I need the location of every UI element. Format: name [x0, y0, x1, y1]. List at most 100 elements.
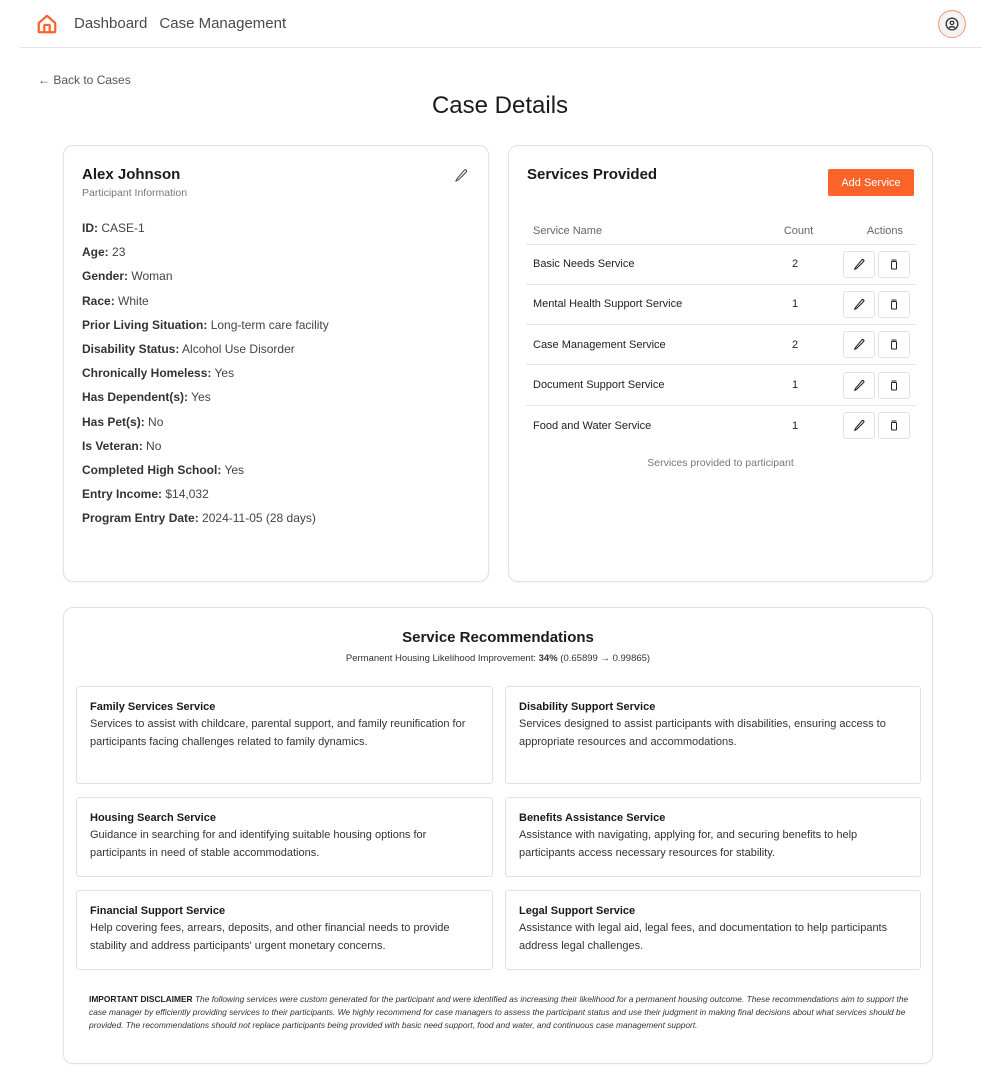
services-provided-card: Services Provided Add Service Service Na… — [508, 145, 933, 582]
table-row: Mental Health Support Service 1 — [526, 284, 915, 326]
participant-subtitle: Participant Information — [82, 187, 188, 199]
table-row: Case Management Service 2 — [526, 324, 915, 366]
service-actions — [825, 244, 915, 285]
disclaimer-text: The following services were custom gener… — [89, 994, 909, 1030]
edit-service-button[interactable] — [843, 331, 875, 359]
edit-participant-button[interactable] — [454, 168, 470, 184]
participant-info-card: Alex Johnson Participant Information ID:… — [63, 145, 489, 582]
disclaimer-label: IMPORTANT DISCLAIMER — [89, 994, 193, 1004]
field-gender: Gender: Woman — [82, 269, 173, 284]
edit-service-button[interactable] — [843, 412, 875, 440]
back-to-cases-link[interactable]: ← Back to Cases — [38, 73, 131, 87]
field-has-pets: Has Pet(s): No — [82, 414, 164, 429]
likelihood-improvement: Permanent Housing Likelihood Improvement… — [345, 653, 651, 664]
trash-icon — [891, 339, 897, 350]
table-row: Food and Water Service 1 — [526, 405, 915, 445]
field-entry-income: Entry Income: $14,032 — [82, 487, 209, 502]
service-count: 2 — [765, 324, 825, 366]
recommendation-item: Benefits Assistance Service Assistance w… — [505, 797, 921, 877]
delete-service-button[interactable] — [878, 290, 910, 318]
column-header-actions: Actions — [825, 218, 915, 245]
home-icon[interactable] — [34, 11, 60, 37]
recommendation-description: Assistance with navigating, applying for… — [519, 829, 858, 859]
recommendation-title: Disability Support Service — [519, 701, 656, 713]
recommendation-title: Family Services Service — [90, 701, 216, 713]
services-title: Services Provided — [527, 166, 658, 183]
profile-button[interactable] — [938, 10, 966, 38]
recommendation-item: Housing Search Service Guidance in searc… — [76, 797, 493, 877]
recommendation-description: Services to assist with childcare, paren… — [90, 718, 466, 748]
page-title: Case Details — [431, 92, 569, 119]
field-chronically-homeless: Chronically Homeless: Yes — [82, 366, 235, 381]
service-count: 1 — [765, 364, 825, 406]
field-completed-high-school: Completed High School: Yes — [82, 462, 245, 477]
service-actions — [825, 364, 915, 406]
services-table: Service Name Count Actions Basic Needs S… — [526, 218, 915, 445]
field-age: Age: 23 — [82, 245, 126, 260]
recommendation-item: Financial Support Service Help covering … — [76, 890, 493, 970]
pencil-icon — [853, 258, 864, 270]
pencil-icon — [853, 379, 864, 391]
pencil-icon — [853, 339, 864, 351]
edit-service-button[interactable] — [843, 371, 875, 399]
service-name: Document Support Service — [526, 364, 765, 406]
service-actions — [825, 284, 915, 326]
recommendations-grid: Family Services Service Services to assi… — [76, 686, 921, 983]
nav-link-case-management[interactable]: Case Management — [159, 15, 286, 32]
participant-field-list: ID: CASE-1 Age: 23 Gender: Woman Race: W… — [82, 220, 329, 534]
improvement-percent: 34% — [538, 653, 558, 664]
service-actions — [825, 324, 915, 366]
field-program-entry-date: Program Entry Date: 2024-11-05 (28 days) — [82, 511, 316, 526]
field-is-veteran: Is Veteran: No — [82, 438, 162, 453]
participant-name: Alex Johnson — [82, 166, 181, 183]
delete-service-button[interactable] — [878, 412, 910, 440]
table-row: Basic Needs Service 2 — [526, 244, 915, 285]
service-name: Basic Needs Service — [526, 244, 765, 285]
services-caption: Services provided to participant — [647, 457, 794, 469]
column-header-count: Count — [765, 218, 825, 245]
edit-service-button[interactable] — [843, 250, 875, 278]
service-name: Mental Health Support Service — [526, 284, 765, 326]
pencil-icon — [455, 169, 468, 182]
trash-icon — [891, 259, 897, 270]
recommendations-title: Service Recommendations — [402, 629, 594, 646]
recommendation-title: Legal Support Service — [519, 905, 636, 917]
service-count: 2 — [765, 244, 825, 285]
column-header-service-name: Service Name — [526, 218, 765, 245]
table-header-row: Service Name Count Actions — [526, 218, 915, 245]
recommendation-description: Help covering fees, arrears, deposits, a… — [90, 922, 450, 952]
improvement-range: (0.65899 → 0.99865) — [560, 653, 651, 664]
delete-service-button[interactable] — [878, 371, 910, 399]
field-has-dependents: Has Dependent(s): Yes — [82, 390, 211, 405]
delete-service-button[interactable] — [878, 331, 910, 359]
service-count: 1 — [765, 284, 825, 326]
table-row: Document Support Service 1 — [526, 364, 915, 406]
recommendation-description: Services designed to assist participants… — [519, 718, 886, 748]
recommendation-title: Benefits Assistance Service — [519, 812, 666, 824]
recommendation-item: Legal Support Service Assistance with le… — [505, 890, 921, 970]
field-prior-living-situation: Prior Living Situation: Long-term care f… — [82, 317, 329, 332]
top-nav: Dashboard Case Management — [20, 0, 982, 48]
recommendation-item: Family Services Service Services to assi… — [76, 686, 493, 784]
service-count: 1 — [791, 419, 799, 432]
disclaimer: IMPORTANT DISCLAIMER The following servi… — [89, 993, 914, 1032]
trash-icon — [891, 380, 897, 391]
pencil-icon — [853, 420, 864, 431]
recommendation-title: Housing Search Service — [90, 812, 216, 824]
user-circle-icon — [945, 17, 959, 31]
add-service-button[interactable]: Add Service — [828, 169, 914, 196]
nav-link-dashboard[interactable]: Dashboard — [74, 15, 147, 32]
trash-icon — [891, 420, 897, 431]
field-disability-status: Disability Status: Alcohol Use Disorder — [82, 341, 295, 356]
recommendation-title: Financial Support Service — [90, 905, 226, 917]
recommendation-item: Disability Support Service Services desi… — [505, 686, 921, 784]
pencil-icon — [853, 298, 864, 310]
service-name: Food and Water Service — [533, 419, 652, 432]
service-actions — [825, 405, 915, 445]
service-recommendations-card: Service Recommendations Permanent Housin… — [63, 607, 933, 1064]
delete-service-button[interactable] — [878, 250, 910, 278]
field-id: ID: CASE-1 — [82, 221, 145, 235]
recommendation-description: Assistance with legal aid, legal fees, a… — [519, 922, 888, 952]
edit-service-button[interactable] — [843, 290, 875, 318]
field-race: Race: White — [82, 293, 149, 308]
